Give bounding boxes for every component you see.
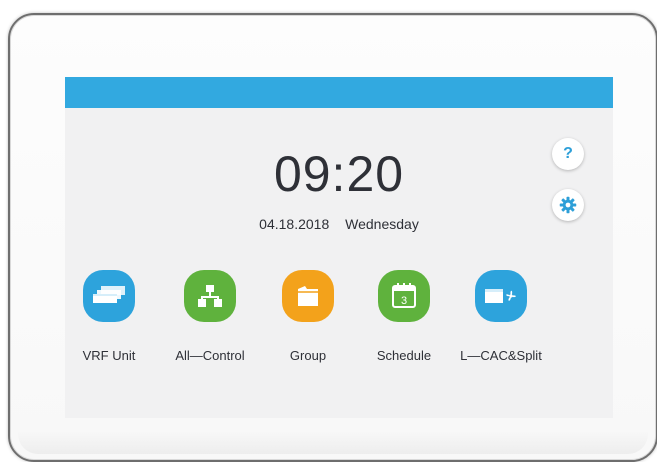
app-label: Schedule — [376, 348, 432, 363]
app-icon-tile — [83, 270, 135, 322]
app-icon-tile — [475, 270, 527, 322]
date-line: 04.18.2018 Wednesday — [65, 216, 613, 232]
gear-icon — [559, 196, 577, 214]
app-label: All—Control — [175, 348, 245, 363]
vrf-unit-icon — [93, 286, 125, 303]
app-vrf-unit[interactable]: VRF Unit — [65, 270, 159, 363]
app-label: L—CAC&Split — [460, 348, 542, 363]
settings-button[interactable] — [552, 189, 584, 221]
weekday-text: Wednesday — [345, 216, 419, 232]
app-group[interactable]: Group — [258, 270, 358, 363]
folder-icon — [298, 286, 318, 306]
date-text: 04.18.2018 — [259, 216, 330, 232]
help-button[interactable]: ? — [552, 138, 584, 170]
ac-fan-icon — [485, 289, 516, 303]
calendar-day: 3 — [401, 295, 407, 307]
top-bar — [65, 77, 613, 108]
app-all-control[interactable]: All—Control — [160, 270, 260, 363]
app-icon-tile — [184, 270, 236, 322]
app-icon-tile — [282, 270, 334, 322]
app-l-cac-split[interactable]: L—CAC&Split — [451, 270, 551, 363]
app-launcher-row: VRF Unit All—Control Group 3 Schedule L—… — [65, 270, 613, 370]
app-label: Group — [289, 348, 327, 363]
app-schedule[interactable]: 3 Schedule — [354, 270, 454, 363]
network-tree-icon — [198, 285, 222, 307]
app-label: VRF Unit — [82, 348, 136, 363]
calendar-icon: 3 — [392, 283, 416, 308]
app-icon-tile: 3 — [378, 270, 430, 322]
question-mark-icon: ? — [563, 145, 573, 162]
touch-screen: 09:20 04.18.2018 Wednesday ? VRF Unit Al… — [65, 77, 613, 418]
bezel-shine — [18, 430, 648, 454]
clock-time: 09:20 — [273, 146, 405, 202]
